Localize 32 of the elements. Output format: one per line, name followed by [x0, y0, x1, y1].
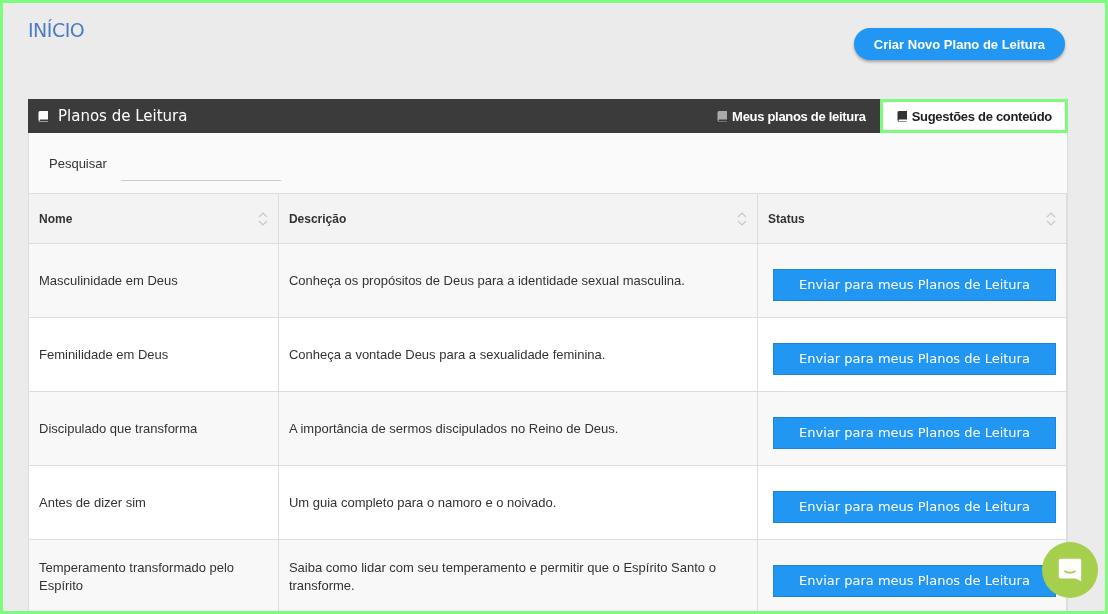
send-button[interactable]: Enviar para meus Planos de Leitura	[773, 416, 1056, 449]
tab[interactable]: Sugestões de conteúdo	[879, 99, 1068, 133]
table-cell: Um guia completo para o namoro e o noivado.	[288, 494, 557, 510]
book-icon	[716, 110, 729, 122]
tab[interactable]: Meus planos de leitura	[702, 99, 880, 133]
book-icon	[895, 110, 908, 122]
send-button[interactable]: Enviar para meus Planos de Leitura	[773, 268, 1056, 301]
sort-icon[interactable]	[1046, 210, 1056, 227]
table-cell: Discipulado que transforma	[39, 420, 198, 436]
column-header[interactable]: Status	[768, 211, 805, 226]
table-cell: Saiba como lidar com seu temperamento e permitir que o Espírito Santo o transforme.	[288, 559, 716, 593]
table-cell: Antes de dizer sim	[39, 494, 146, 510]
send-button[interactable]: Enviar para meus Planos de Leitura	[773, 490, 1056, 523]
chat-launcher-button[interactable]	[1042, 542, 1098, 598]
page-title: INÍCIO	[28, 19, 85, 41]
column-header[interactable]: Descrição	[288, 211, 347, 226]
create-plan-button[interactable]: Criar Novo Plano de Leitura	[853, 28, 1065, 60]
table-cell: A importância de sermos discipulados no Reino de Deus.	[288, 420, 619, 436]
table-cell: Conheça a vontade Deus para a sexualidade feminina.	[288, 346, 606, 362]
sort-icon[interactable]	[257, 210, 268, 227]
table-cell: Masculinidade em Deus	[39, 272, 178, 288]
chat-icon	[1056, 556, 1084, 584]
book-icon	[37, 110, 49, 122]
search-label: Pesquisar	[49, 155, 107, 171]
panel-title: Planos de Leitura	[58, 107, 188, 125]
sort-icon[interactable]	[737, 210, 747, 227]
table-cell: Conheça os propósitos de Deus para a identidade sexual masculina.	[288, 272, 685, 288]
send-button[interactable]: Enviar para meus Planos de Leitura	[773, 564, 1056, 597]
table-cell: Feminilidade em Deus	[39, 346, 169, 362]
column-header[interactable]: Nome	[39, 211, 73, 226]
send-button[interactable]: Enviar para meus Planos de Leitura	[773, 342, 1056, 375]
table-cell: Temperamento transformado pelo Espírito	[39, 559, 235, 593]
